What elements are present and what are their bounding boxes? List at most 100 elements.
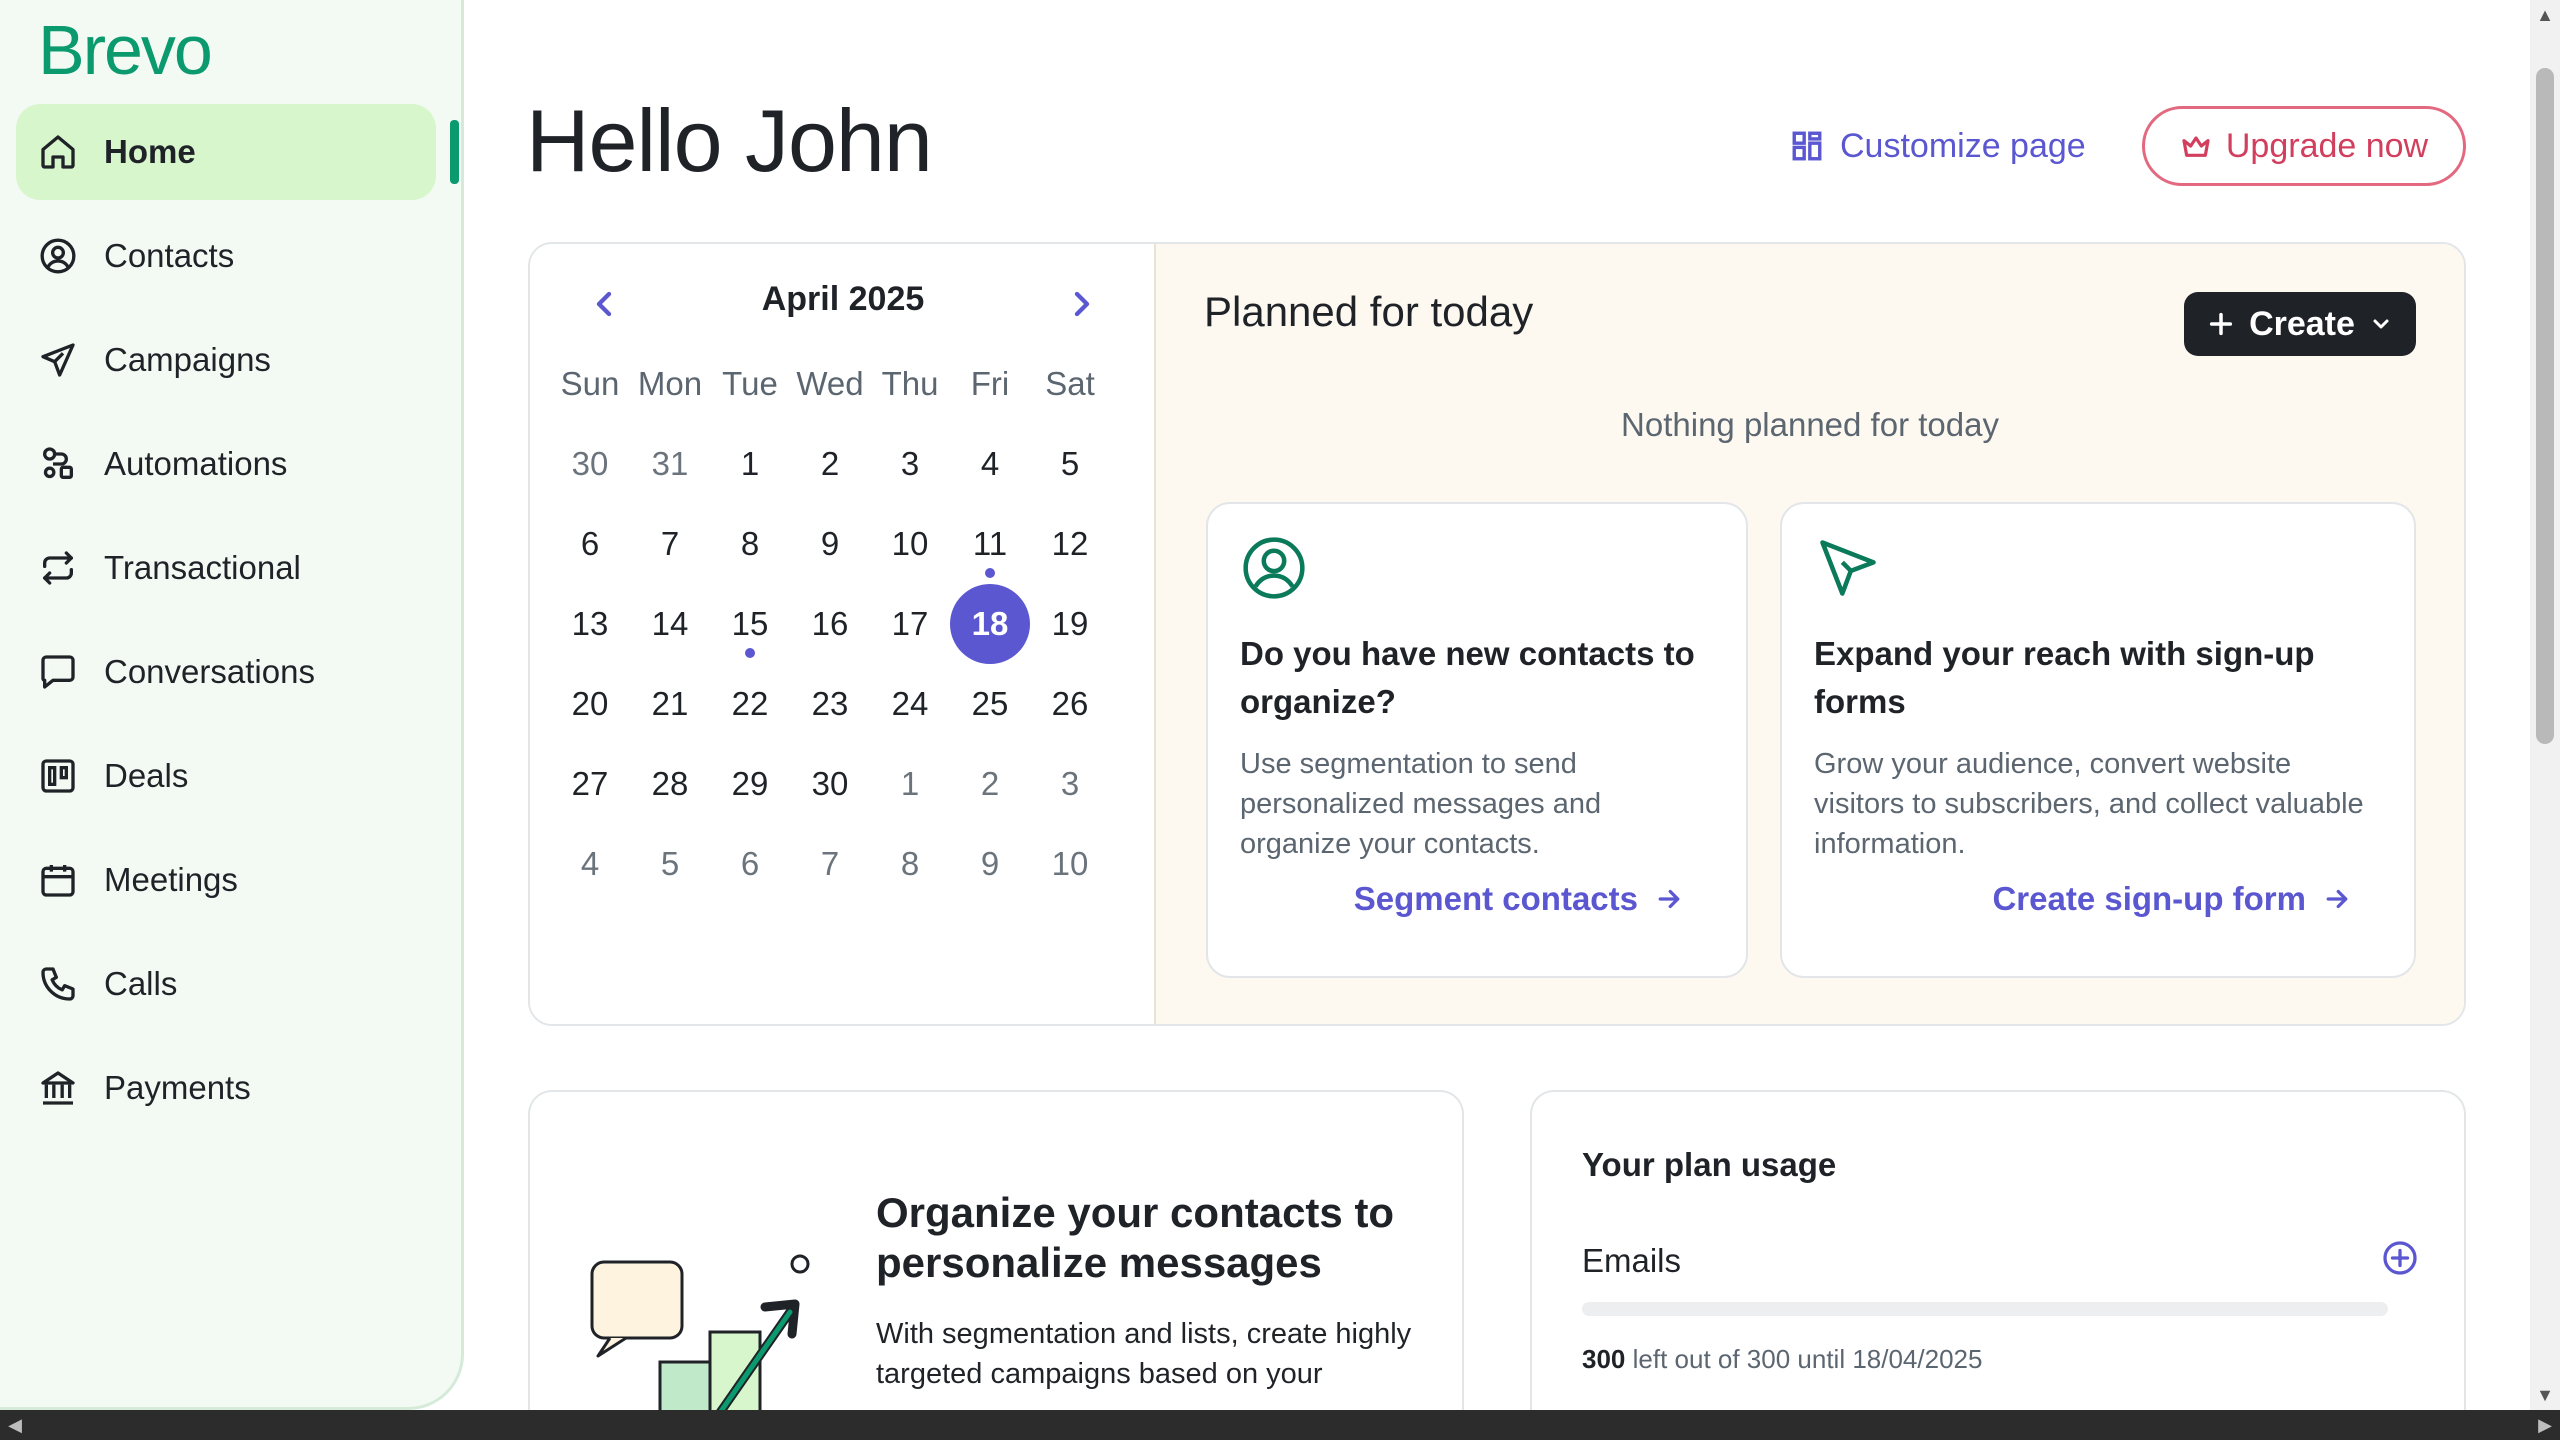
calendar-day[interactable]: 25	[950, 664, 1030, 744]
calendar-day[interactable]: 23	[790, 664, 870, 744]
calendar-day[interactable]: 9	[950, 824, 1030, 904]
calendar-day[interactable]: 1	[710, 424, 790, 504]
sidebar: Brevo Home Contacts Campaigns Automation…	[0, 0, 464, 1410]
add-circle-icon[interactable]	[2382, 1240, 2418, 1276]
tip-title: Expand your reach with sign-up forms	[1814, 635, 2315, 720]
create-signup-form-link[interactable]: Create sign-up form	[1992, 880, 2352, 918]
scroll-left-arrow[interactable]: ◀	[0, 1410, 30, 1440]
calendar-day[interactable]: 10	[870, 504, 950, 584]
calendar-day[interactable]: 8	[870, 824, 950, 904]
vertical-scrollbar[interactable]: ▲ ▼	[2530, 0, 2560, 1410]
upgrade-now-button[interactable]: Upgrade now	[2142, 106, 2466, 186]
chevron-right-icon[interactable]	[1062, 284, 1102, 324]
tip-card-signup-forms: Expand your reach with sign-up forms Gro…	[1780, 502, 2416, 978]
calendar-day[interactable]: 14	[630, 584, 710, 664]
calendar-day[interactable]: 12	[1030, 504, 1110, 584]
sidebar-item-home[interactable]: Home	[16, 104, 436, 200]
arrow-right-icon	[2326, 889, 2348, 909]
calendar-day-today[interactable]: 18	[950, 584, 1030, 664]
tip-text: Grow your audience, convert website visi…	[1814, 748, 2364, 860]
sidebar-item-deals[interactable]: Deals	[16, 728, 436, 824]
calendar-day-number: 26	[1051, 685, 1089, 722]
create-label: Create	[2249, 304, 2355, 343]
sidebar-item-meetings[interactable]: Meetings	[16, 832, 436, 928]
calendar-day[interactable]: 21	[630, 664, 710, 744]
crown-icon	[2182, 136, 2210, 157]
calendar-day[interactable]: 5	[630, 824, 710, 904]
calendar-day-number: 14	[651, 605, 689, 642]
vertical-scrollbar-thumb[interactable]	[2536, 68, 2554, 744]
tip-link-label: Create sign-up form	[1992, 880, 2306, 917]
segment-contacts-link[interactable]: Segment contacts	[1354, 880, 1684, 918]
calendar-day[interactable]: 20	[550, 664, 630, 744]
calendar-day-number: 9	[980, 845, 1000, 882]
calendar-day[interactable]: 17	[870, 584, 950, 664]
calendar-day[interactable]: 2	[950, 744, 1030, 824]
scroll-up-arrow[interactable]: ▲	[2530, 0, 2560, 30]
sidebar-item-label: Transactional	[104, 549, 301, 586]
calendar-day[interactable]: 24	[870, 664, 950, 744]
sidebar-item-label: Campaigns	[104, 341, 271, 378]
calendar-day[interactable]: 11	[950, 504, 1030, 584]
plus-icon	[2209, 312, 2233, 336]
calendar-day[interactable]: 9	[790, 504, 870, 584]
calendar-day[interactable]: 6	[710, 824, 790, 904]
calendar-day[interactable]: 1	[870, 744, 950, 824]
calendar-day[interactable]: 4	[950, 424, 1030, 504]
organize-contacts-card: Organize your contacts to personalize me…	[528, 1090, 1464, 1430]
calendar-day-number: 8	[740, 525, 760, 562]
customize-page-label: Customize page	[1840, 126, 2086, 165]
calendar-day[interactable]: 19	[1030, 584, 1110, 664]
sidebar-item-conversations[interactable]: Conversations	[16, 624, 436, 720]
calendar-day[interactable]: 7	[630, 504, 710, 584]
sidebar-item-automations[interactable]: Automations	[16, 416, 436, 512]
calendar-day[interactable]: 31	[630, 424, 710, 504]
calendar-day-number: 12	[1051, 525, 1089, 562]
scroll-down-arrow[interactable]: ▼	[2530, 1380, 2560, 1410]
scroll-right-arrow[interactable]: ▶	[2530, 1410, 2560, 1440]
calendar-day[interactable]: 10	[1030, 824, 1110, 904]
brevo-logo[interactable]: Brevo	[38, 10, 213, 90]
contact-circle-icon	[1243, 537, 1305, 599]
calendar-day[interactable]: 22	[710, 664, 790, 744]
calendar-day[interactable]: 30	[550, 424, 630, 504]
calendar-day[interactable]: 29	[710, 744, 790, 824]
sidebar-item-transactional[interactable]: Transactional	[16, 520, 436, 616]
calendar-day[interactable]: 27	[550, 744, 630, 824]
calendar-day[interactable]: 8	[710, 504, 790, 584]
active-item-marker	[450, 120, 459, 184]
calendar-day[interactable]: 3	[1030, 744, 1110, 824]
calendar-day[interactable]: 4	[550, 824, 630, 904]
transactional-icon	[43, 551, 74, 585]
calendar-day-number: 18	[950, 584, 1030, 664]
calendar-day[interactable]: 6	[550, 504, 630, 584]
sidebar-item-label: Deals	[104, 757, 189, 794]
sidebar-item-payments[interactable]: Payments	[16, 1040, 436, 1136]
calendar-day[interactable]: 30	[790, 744, 870, 824]
create-button[interactable]: Create	[2184, 292, 2416, 356]
sidebar-item-campaigns[interactable]: Campaigns	[16, 312, 436, 408]
calendar-day-number: 22	[731, 685, 769, 722]
arrow-right-icon	[1658, 889, 1680, 909]
emails-usage-text: 300 left out of 300 until 18/04/2025	[1582, 1344, 1982, 1375]
calendar-day-number: 31	[651, 445, 689, 482]
tip-card-segment-contacts: Do you have new contacts to organize? Us…	[1206, 502, 1748, 978]
calendar-day-number: 25	[971, 685, 1009, 722]
calendar-day[interactable]: 26	[1030, 664, 1110, 744]
calendar-day[interactable]: 13	[550, 584, 630, 664]
upgrade-now-label: Upgrade now	[2225, 126, 2429, 165]
calendar-day[interactable]: 3	[870, 424, 950, 504]
horizontal-scrollbar[interactable]: ◀ ▶	[0, 1410, 2560, 1440]
calendar-day[interactable]: 16	[790, 584, 870, 664]
emails-usage-suffix: left out of 300 until 18/04/2025	[1632, 1344, 1983, 1374]
calendar-day[interactable]: 15	[710, 584, 790, 664]
calendar-day[interactable]: 2	[790, 424, 870, 504]
weekday-label: Sat	[1045, 365, 1095, 402]
sidebar-item-label: Home	[104, 133, 196, 170]
sidebar-item-calls[interactable]: Calls	[16, 936, 436, 1032]
sidebar-item-contacts[interactable]: Contacts	[16, 208, 436, 304]
calendar-day[interactable]: 28	[630, 744, 710, 824]
calendar-day[interactable]: 7	[790, 824, 870, 904]
calendar-day[interactable]: 5	[1030, 424, 1110, 504]
customize-page-button[interactable]: Customize page	[1790, 114, 2086, 178]
